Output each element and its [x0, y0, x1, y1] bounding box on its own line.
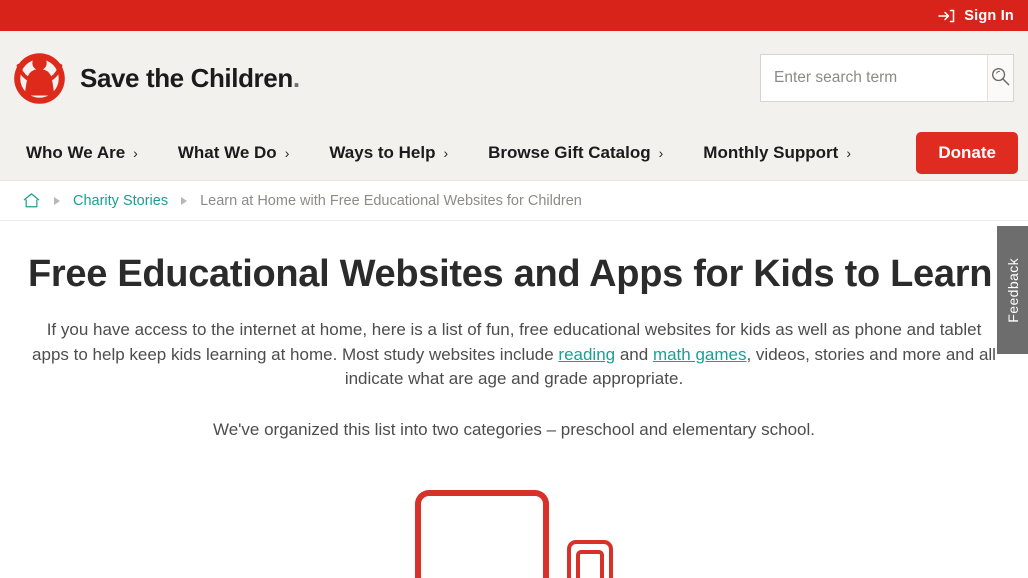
article-body: Free Educational Websites and Apps for K…	[0, 253, 1028, 442]
phone-screen-outline	[576, 550, 604, 578]
search-submit-button[interactable]	[987, 55, 1013, 101]
chevron-right-icon: ›	[443, 144, 449, 161]
page-title: Free Educational Websites and Apps for K…	[28, 253, 1028, 295]
chevron-right-icon: ›	[658, 144, 664, 161]
breadcrumb-separator	[181, 196, 188, 205]
intro-paragraph: If you have access to the internet at ho…	[28, 318, 1000, 392]
link-math-games[interactable]: math games	[653, 345, 747, 364]
breadcrumb-current-page: Learn at Home with Free Educational Webs…	[200, 192, 582, 209]
sign-in-label: Sign In	[964, 7, 1014, 24]
chevron-right-icon: ›	[133, 144, 138, 161]
save-the-children-child-logo	[12, 51, 67, 106]
home-icon[interactable]	[22, 191, 41, 210]
breadcrumb-link-charity-stories[interactable]: Charity Stories	[73, 193, 168, 209]
nav-item-who-we-are[interactable]: Who We Are ›	[26, 143, 138, 163]
categories-paragraph: We've organized this list into two categ…	[212, 419, 816, 439]
donate-button[interactable]: Donate	[916, 131, 1018, 174]
intro-text-part-2: and	[615, 344, 653, 364]
sign-in-arrow-icon	[938, 8, 955, 24]
chevron-right-icon: ›	[846, 144, 851, 161]
link-reading[interactable]: reading	[558, 345, 615, 364]
nav-label: Ways to Help	[329, 142, 436, 162]
sign-in-button[interactable]: Sign In	[938, 8, 1014, 24]
brand-logo-link[interactable]: Save the Children.	[12, 51, 300, 106]
main-navigation: Who We Are › What We Do › Ways to Help ›…	[0, 125, 1028, 181]
site-header: Save the Children.	[0, 31, 1028, 125]
chevron-right-icon: ›	[284, 144, 290, 161]
top-utility-bar: Sign In	[0, 0, 1028, 31]
feedback-label: Feedback	[1004, 257, 1021, 323]
nav-item-browse-gift-catalog[interactable]: Browse Gift Catalog ›	[488, 143, 663, 163]
phone-outline-icon	[567, 540, 613, 578]
nav-label: Who We Are	[26, 142, 126, 162]
nav-label: Monthly Support	[703, 142, 839, 162]
page-root: Sign In Save the Children. Enter search …	[0, 0, 1028, 578]
breadcrumb: Charity Stories Learn at Home with Free …	[0, 181, 1028, 221]
feedback-tab[interactable]: Feedback	[997, 226, 1028, 354]
search-input[interactable]	[761, 55, 987, 101]
device-illustration	[0, 490, 1028, 578]
tablet-outline-icon	[415, 490, 549, 578]
nav-label: Browse Gift Catalog	[488, 142, 651, 162]
search-box	[760, 54, 1014, 102]
nav-label: What We Do	[177, 142, 277, 162]
brand-trademark-dot: .	[292, 62, 300, 93]
nav-item-what-we-do[interactable]: What We Do ›	[178, 143, 290, 163]
magnifier-icon	[990, 66, 1011, 90]
nav-item-ways-to-help[interactable]: Ways to Help ›	[329, 143, 448, 163]
brand-name: Save the Children.	[80, 62, 300, 93]
nav-item-monthly-support[interactable]: Monthly Support ›	[703, 143, 851, 163]
breadcrumb-separator	[54, 196, 60, 205]
